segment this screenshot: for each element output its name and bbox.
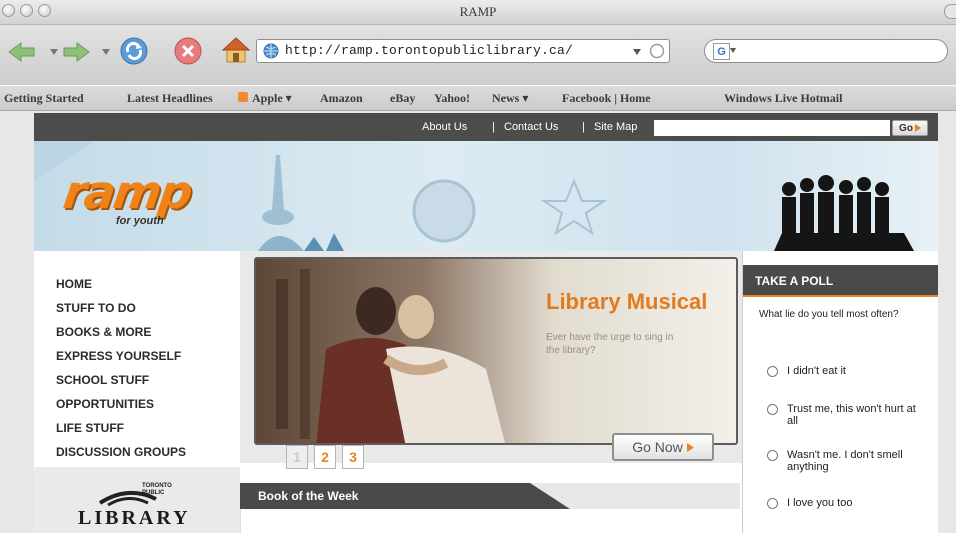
separator: | (582, 121, 585, 133)
reload-button[interactable] (118, 35, 150, 67)
poll-heading: TAKE A POLL (755, 274, 834, 288)
google-icon[interactable]: G (713, 43, 730, 60)
poll-divider (743, 295, 938, 297)
ramp-page: About Us | Contact Us | Site Map Go ramp… (34, 113, 938, 533)
radio-button[interactable] (767, 366, 778, 377)
bookmark-facebook[interactable]: Facebook | Home (562, 91, 651, 106)
forward-menu[interactable] (98, 39, 114, 65)
bookmark-apple[interactable]: Apple ▾ (252, 91, 292, 106)
poll-option[interactable]: Trust me, this won't hurt at all (767, 403, 927, 427)
bookmarks-bar: Getting Started Latest Headlines Apple ▾… (0, 86, 956, 111)
ramp-logo[interactable]: ramp (60, 165, 194, 219)
poll-option-label: Wasn't me. I don't smell anything (787, 449, 903, 473)
radio-button[interactable] (767, 404, 778, 415)
go-now-button[interactable]: Go Now (612, 433, 714, 461)
window-title: RAMP (459, 4, 497, 19)
nav-item-life-stuff[interactable]: LIFE STUFF (56, 421, 124, 435)
bookmark-getting-started[interactable]: Getting Started (4, 91, 84, 106)
header-banner: ramp for youth (34, 141, 938, 251)
poll-panel: TAKE A POLL What lie do you tell most of… (742, 251, 938, 533)
web-search-field[interactable]: G (704, 39, 948, 63)
radio-button[interactable] (767, 498, 778, 509)
poll-header: TAKE A POLL (743, 265, 938, 295)
slide-page-1[interactable]: 1 (286, 445, 308, 469)
home-icon (221, 37, 251, 63)
history-dropdown-icon[interactable] (633, 49, 641, 55)
utility-bar: About Us | Contact Us | Site Map Go (34, 113, 938, 141)
poll-option[interactable]: Wasn't me. I don't smell anything (767, 449, 927, 473)
separator: | (492, 121, 495, 133)
book-of-week-title: Book of the Week (258, 489, 359, 503)
main-nav: HOME STUFF TO DO BOOKS & MORE EXPRESS YO… (34, 251, 240, 533)
poll-question: What lie do you tell most often? (759, 309, 899, 320)
toolbar-toggle-button[interactable] (944, 4, 956, 19)
address-text: http://ramp.torontopubliclibrary.ca/ (285, 43, 574, 58)
nav-item-opportunities[interactable]: OPPORTUNITIES (56, 397, 154, 411)
slide-page-3[interactable]: 3 (342, 445, 364, 469)
bookmark-news[interactable]: News ▾ (492, 91, 528, 106)
feature-description: Ever have the urge to sing in the librar… (546, 332, 674, 356)
bookmark-hotmail[interactable]: Windows Live Hotmail (724, 91, 842, 106)
home-button[interactable] (220, 34, 252, 66)
ramp-logo-tagline: for youth (116, 215, 164, 227)
globe-icon (263, 43, 279, 59)
slide-page-2[interactable]: 2 (314, 445, 336, 469)
nav-item-stuff-to-do[interactable]: STUFF TO DO (56, 301, 136, 315)
site-search-input[interactable] (654, 120, 890, 136)
site-map-link[interactable]: Site Map (594, 121, 637, 133)
nav-item-home[interactable]: HOME (56, 277, 92, 291)
library-logo-wordmark: LIBRARY (78, 507, 191, 529)
nav-item-discussion-groups[interactable]: DISCUSSION GROUPS (56, 445, 186, 459)
stop-icon (174, 37, 202, 65)
window-titlebar: RAMP (0, 0, 956, 25)
toronto-public-library-logo[interactable]: TORONTO PUBLIC LIBRARY (78, 481, 198, 533)
site-search-go-button[interactable]: Go (892, 120, 928, 136)
stop-button[interactable] (172, 35, 204, 67)
back-arrow-icon (8, 42, 35, 62)
poll-option-label: Trust me, this won't hurt at all (787, 403, 916, 427)
feature-slideshow: Library Musical Ever have the urge to si… (240, 251, 742, 469)
back-button[interactable] (6, 39, 38, 65)
bookmark-latest-headlines[interactable]: Latest Headlines (127, 91, 213, 106)
bookmark-yahoo[interactable]: Yahoo! (434, 91, 470, 106)
book-of-week-content (240, 509, 741, 533)
forward-arrow-icon (63, 42, 90, 62)
nav-item-books-and-more[interactable]: BOOKS & MORE (56, 325, 151, 339)
poll-option[interactable]: I love you too (767, 497, 927, 509)
library-logo-small-text: TORONTO PUBLIC (142, 483, 172, 496)
feature-title[interactable]: Library Musical (546, 289, 707, 315)
contact-us-link[interactable]: Contact Us (504, 121, 558, 133)
poll-option-label: I didn't eat it (787, 365, 846, 377)
arrow-right-icon (686, 442, 694, 452)
search-engine-dropdown-icon[interactable] (730, 48, 736, 53)
go-button-label: Go (899, 122, 913, 134)
reload-icon (120, 37, 148, 65)
browser-toolbar: http://ramp.torontopubliclibrary.ca/ G (0, 25, 956, 85)
rss-icon[interactable] (649, 43, 665, 59)
arrow-right-icon (914, 124, 921, 132)
bookmark-amazon[interactable]: Amazon (320, 91, 363, 106)
feature-image[interactable]: Library Musical Ever have the urge to si… (254, 257, 738, 445)
nav-item-express-yourself[interactable]: EXPRESS YOURSELF (56, 349, 181, 363)
radio-button[interactable] (767, 450, 778, 461)
poll-option[interactable]: I didn't eat it (767, 365, 927, 377)
go-now-label: Go Now (632, 439, 683, 455)
address-bar[interactable]: http://ramp.torontopubliclibrary.ca/ (256, 39, 670, 63)
bookmark-ebay[interactable]: eBay (390, 91, 415, 106)
poll-option-label: I love you too (787, 497, 853, 509)
rss-feed-icon (238, 92, 248, 102)
about-us-link[interactable]: About Us (422, 121, 467, 133)
forward-button[interactable] (60, 39, 92, 65)
book-of-week-header: Book of the Week (240, 483, 740, 509)
nav-item-school-stuff[interactable]: SCHOOL STUFF (56, 373, 149, 387)
book-of-week-tab (530, 483, 740, 509)
